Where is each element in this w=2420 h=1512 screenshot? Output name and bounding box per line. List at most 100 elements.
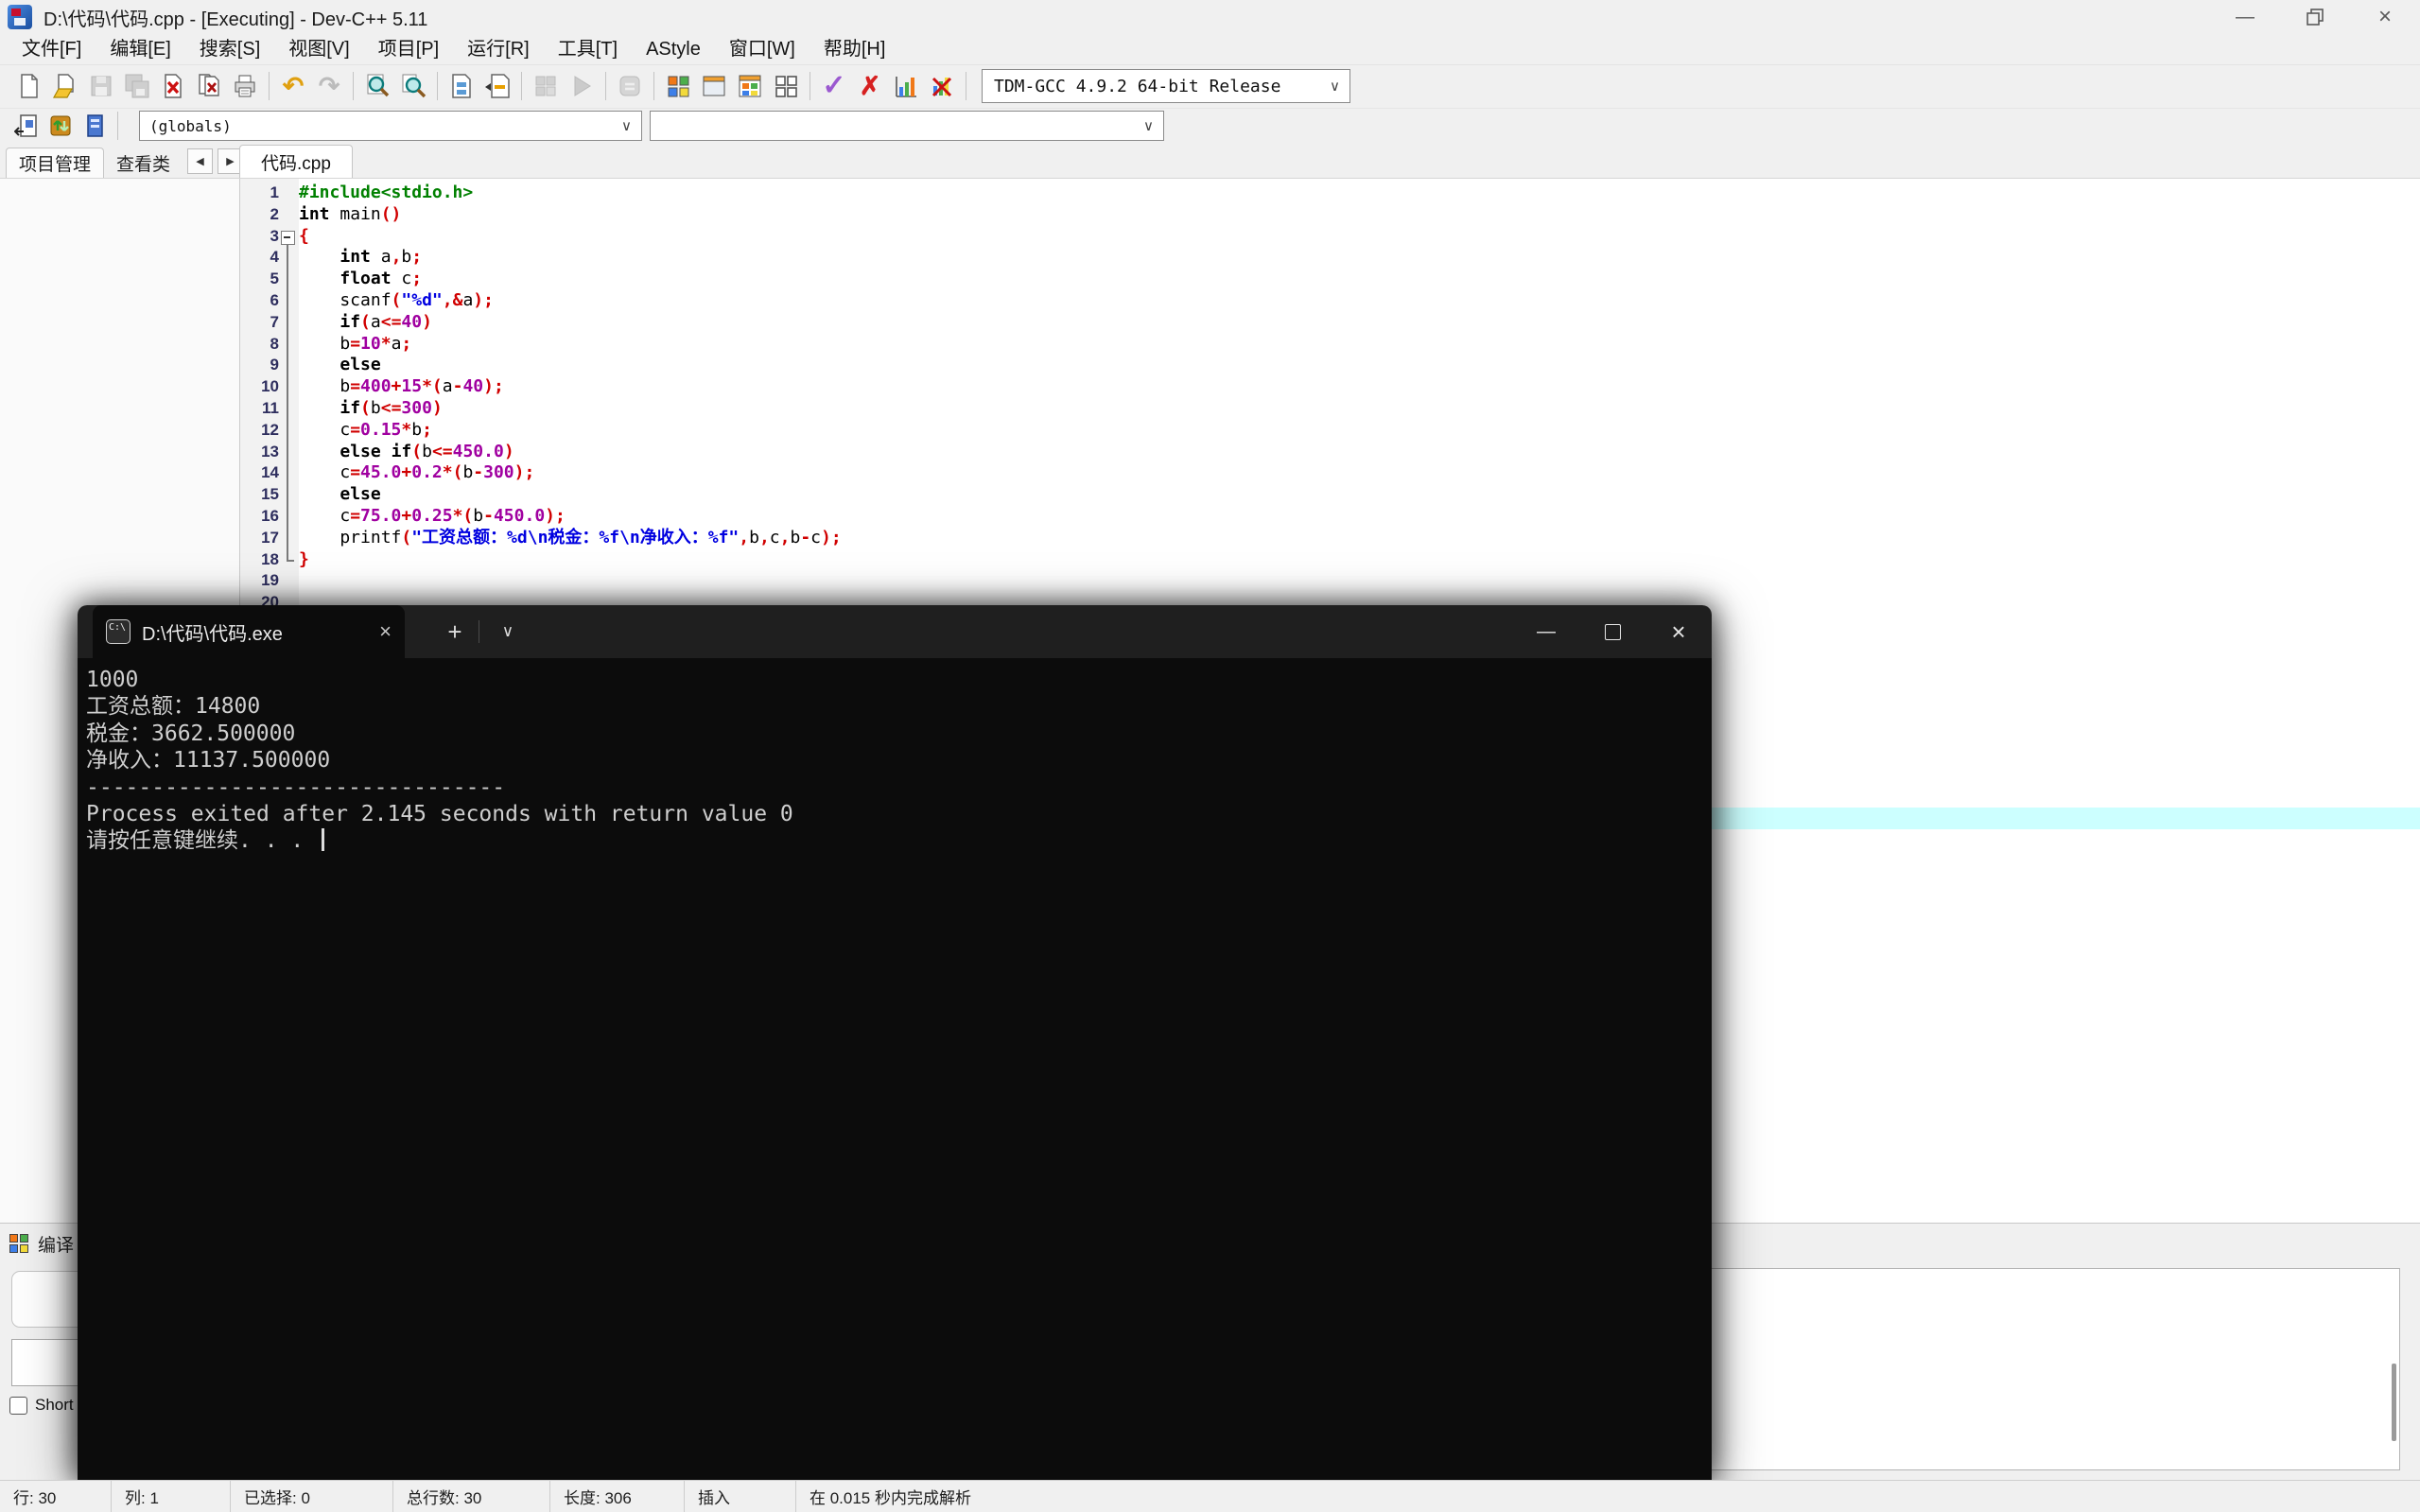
menu-item-edit[interactable]: 编辑[E] bbox=[96, 34, 184, 64]
save-all-button[interactable] bbox=[119, 68, 155, 104]
menu-item-file[interactable]: 文件[F] bbox=[8, 34, 96, 64]
status-col: 列: 1 bbox=[112, 1481, 231, 1512]
replace-button[interactable] bbox=[444, 68, 479, 104]
syntax-check-button[interactable]: ✓ bbox=[816, 68, 852, 104]
undo-button[interactable]: ↶ bbox=[275, 68, 311, 104]
scope-select[interactable]: (globals) ∨ bbox=[139, 111, 642, 141]
open-icon bbox=[52, 74, 74, 98]
separator bbox=[353, 72, 354, 100]
terminal-tab[interactable]: C:\ D:\代码\代码.exe × bbox=[93, 605, 405, 658]
code-line: #include<stdio.h> bbox=[299, 182, 474, 202]
fold-collapse-icon[interactable] bbox=[281, 230, 295, 245]
terminal-minimize-button[interactable]: — bbox=[1513, 605, 1579, 658]
line-number: 4 bbox=[270, 248, 279, 267]
separator bbox=[521, 72, 522, 100]
replace-icon bbox=[452, 74, 471, 98]
line-number: 7 bbox=[270, 312, 279, 331]
menu-item-run[interactable]: 运行[R] bbox=[453, 34, 544, 64]
terminal-maximize-button[interactable] bbox=[1579, 605, 1645, 658]
profile-button[interactable] bbox=[888, 68, 924, 104]
new-tab-button[interactable]: + bbox=[439, 616, 471, 648]
editor-tab-active[interactable]: 代码.cpp bbox=[239, 145, 353, 178]
close-file-button[interactable] bbox=[155, 68, 191, 104]
close-all-icon bbox=[199, 74, 219, 96]
sidebar-tab-project[interactable]: 项目管理 bbox=[6, 148, 105, 178]
terminal-tab-title: D:\代码\代码.exe bbox=[142, 623, 283, 645]
code-line: c=75.0+0.25*(b-450.0); bbox=[299, 505, 566, 526]
compile-button[interactable] bbox=[528, 68, 564, 104]
compiler-select[interactable]: TDM-GCC 4.9.2 64-bit Release ∨ bbox=[982, 69, 1350, 103]
print-button[interactable] bbox=[227, 68, 263, 104]
close-button[interactable]: × bbox=[2350, 0, 2420, 34]
find-button[interactable] bbox=[359, 68, 395, 104]
chevron-down-icon: ∨ bbox=[1330, 78, 1340, 95]
window-view-button[interactable] bbox=[696, 68, 732, 104]
package-button[interactable] bbox=[732, 68, 768, 104]
terminal-line: Process exited after 2.145 seconds with … bbox=[86, 801, 793, 826]
terminal-tab-close-icon[interactable]: × bbox=[379, 619, 392, 644]
code-line: int a,b; bbox=[339, 247, 423, 268]
menu-item-tools[interactable]: 工具[T] bbox=[544, 34, 632, 64]
close-project-button[interactable] bbox=[768, 68, 804, 104]
abort-button[interactable]: ✗ bbox=[852, 68, 888, 104]
plus-icon: + bbox=[447, 617, 462, 646]
menu-item-astyle[interactable]: AStyle bbox=[632, 34, 715, 64]
code-area[interactable]: #include<stdio.h> int main(){ int a,b; fl… bbox=[299, 182, 2420, 614]
open-button[interactable] bbox=[47, 68, 83, 104]
separator bbox=[437, 72, 438, 100]
profile-delete-icon bbox=[931, 77, 952, 97]
terminal-close-button[interactable]: × bbox=[1645, 605, 1712, 658]
status-selected: 已选择: 0 bbox=[231, 1481, 393, 1512]
compile-log-tab[interactable]: 编译 bbox=[9, 1231, 74, 1257]
find-in-files-button[interactable] bbox=[395, 68, 431, 104]
tab-prev-button[interactable]: ◀ bbox=[187, 148, 214, 174]
terminal-line: 税金：3662.500000 bbox=[86, 721, 296, 746]
goto-line-button[interactable] bbox=[479, 68, 515, 104]
redo-button[interactable]: ↷ bbox=[311, 68, 347, 104]
minimize-button[interactable]: — bbox=[2210, 0, 2280, 34]
terminal-output[interactable]: 1000 工资总额：14800 税金：3662.500000 净收入：11137.50… bbox=[78, 658, 1712, 1480]
terminal-title-bar[interactable]: C:\ D:\代码\代码.exe × + ∨ — × bbox=[78, 605, 1712, 658]
new-source-icon bbox=[21, 74, 38, 98]
run-button[interactable] bbox=[564, 68, 600, 104]
line-number: 8 bbox=[270, 334, 279, 353]
tab-dropdown-button[interactable]: ∨ bbox=[492, 616, 524, 648]
close-all-button[interactable] bbox=[191, 68, 227, 104]
code-line: b=10*a; bbox=[299, 333, 412, 354]
short-output-checkbox[interactable]: Short bbox=[9, 1396, 74, 1415]
restore-button[interactable] bbox=[2280, 0, 2350, 34]
goto-declaration-button[interactable] bbox=[9, 110, 44, 142]
code-line: c=45.0+0.2*(b-300); bbox=[299, 462, 535, 483]
restore-icon bbox=[2307, 9, 2324, 26]
redo-icon: ↷ bbox=[318, 71, 340, 100]
menu-item-window[interactable]: 窗口[W] bbox=[715, 34, 810, 64]
code-line: if(b<=300) bbox=[339, 397, 443, 418]
member-select[interactable]: ∨ bbox=[650, 111, 1164, 141]
line-number: 12 bbox=[261, 420, 279, 439]
compile-run-icon bbox=[619, 76, 640, 96]
line-number: 14 bbox=[261, 463, 279, 482]
goto-definition-button[interactable] bbox=[78, 110, 112, 142]
goto-declaration-icon bbox=[14, 114, 37, 137]
compile-run-button[interactable] bbox=[612, 68, 648, 104]
new-project-icon bbox=[668, 76, 689, 97]
menu-item-project[interactable]: 项目[P] bbox=[364, 34, 453, 64]
sidebar-tab-classes[interactable]: 查看类 bbox=[104, 148, 183, 178]
line-number: 2 bbox=[270, 204, 279, 223]
new-source-button[interactable] bbox=[11, 68, 47, 104]
terminal-window-controls: — × bbox=[1513, 605, 1712, 658]
refresh-members-button[interactable] bbox=[44, 110, 78, 142]
menu-item-help[interactable]: 帮助[H] bbox=[810, 34, 900, 64]
menu-item-view[interactable]: 视图[V] bbox=[274, 34, 363, 64]
line-number: 15 bbox=[261, 485, 279, 504]
save-button[interactable] bbox=[83, 68, 119, 104]
scrollbar-thumb[interactable] bbox=[2392, 1364, 2396, 1441]
menu-item-search[interactable]: 搜索[S] bbox=[185, 34, 274, 64]
line-number: 5 bbox=[270, 269, 279, 288]
new-project-button[interactable] bbox=[660, 68, 696, 104]
tab-row: 项目管理 查看类 ◀ ▶ 代码.cpp bbox=[0, 144, 2420, 179]
terminal-line: 1000 bbox=[86, 668, 139, 692]
profile-delete-button[interactable] bbox=[924, 68, 960, 104]
window-title: D:\代码\代码.cpp - [Executing] - Dev-C++ 5.1… bbox=[44, 9, 428, 30]
compiler-select-value: TDM-GCC 4.9.2 64-bit Release bbox=[994, 76, 1281, 96]
